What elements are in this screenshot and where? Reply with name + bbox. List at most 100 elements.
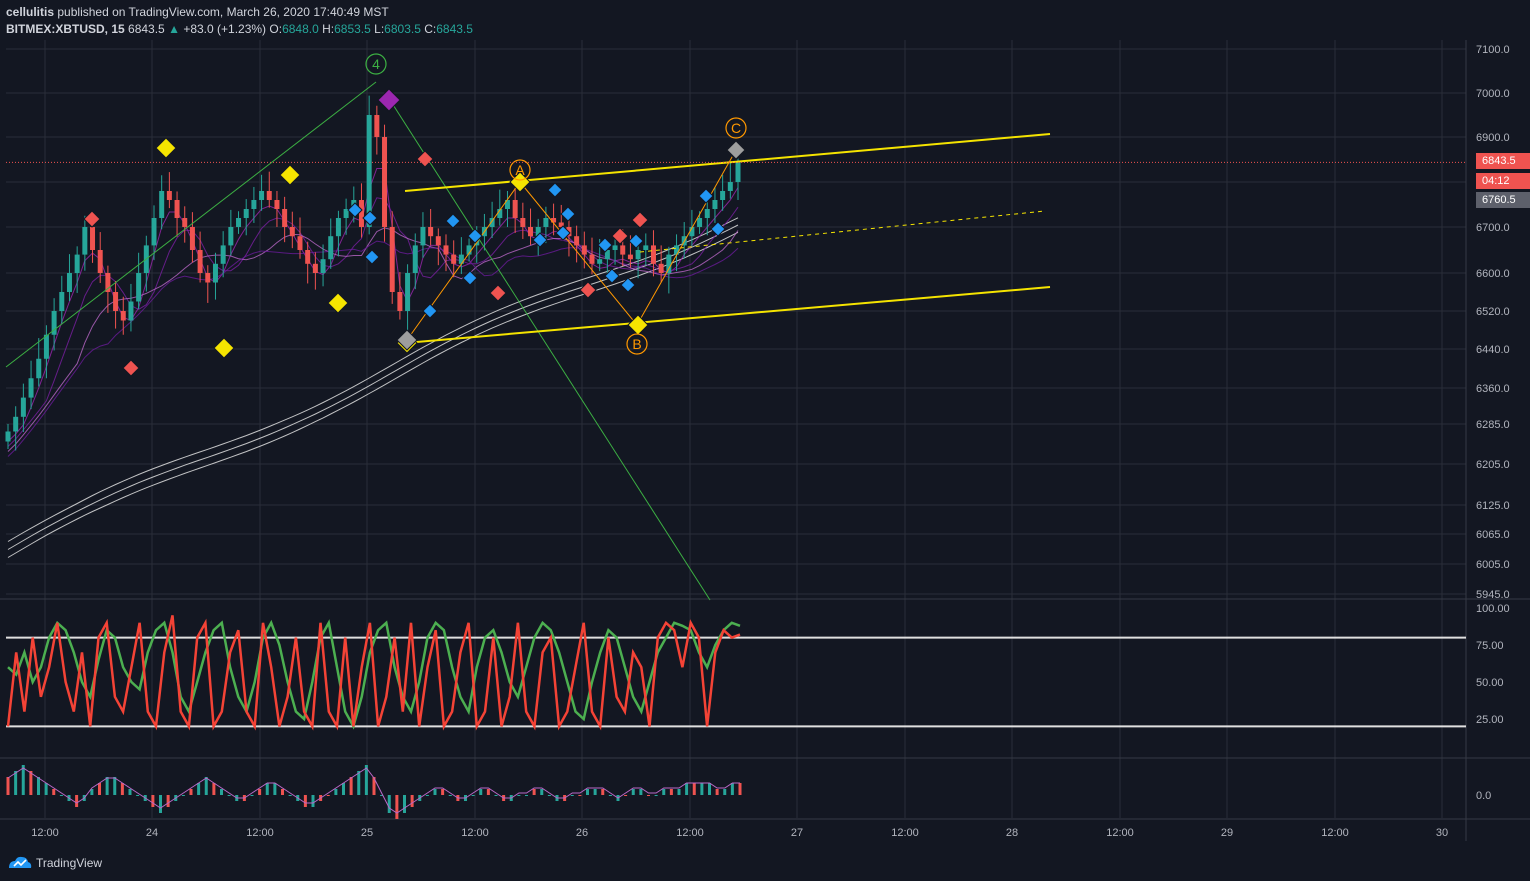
candle-body <box>735 162 741 182</box>
macd-histogram-bar <box>159 795 162 813</box>
candle-body <box>712 200 718 209</box>
macd-histogram-bar <box>21 765 25 795</box>
macd-histogram-bar <box>311 795 315 807</box>
pivot-diamond-grey <box>726 140 746 160</box>
candle-body <box>212 263 218 283</box>
last-price-tag: 6843.5 <box>1476 153 1530 169</box>
candle-body <box>166 191 172 200</box>
y-tick-label: 6005.0 <box>1476 559 1510 571</box>
macd-histogram-bar <box>37 777 40 795</box>
candle-body <box>28 378 34 398</box>
candle-body <box>374 115 380 137</box>
candle-body <box>43 334 49 359</box>
macd-histogram-bar <box>258 789 262 795</box>
macd-histogram-bar <box>631 789 635 795</box>
pivot-diamond-grey <box>396 329 418 351</box>
macd-histogram-bar <box>486 789 490 795</box>
y-tick-label: 7100.0 <box>1476 44 1510 56</box>
pivot-diamond-yellow <box>155 137 177 159</box>
candle-body <box>428 227 434 237</box>
candle-body <box>20 397 26 417</box>
candle-body <box>82 227 88 255</box>
y-tick-label: 6065.0 <box>1476 529 1510 541</box>
candle-body <box>635 250 641 260</box>
y-tick-label: 7000.0 <box>1476 88 1510 100</box>
pivot-diamond-red <box>83 210 101 228</box>
ma-ribbon-line <box>7 224 739 550</box>
candle-body <box>451 254 457 264</box>
macd-histogram-bar <box>59 795 63 796</box>
macd-histogram-bar <box>52 789 56 795</box>
chart-canvas[interactable]: 7100.07000.06900.06800.06700.06600.06520… <box>0 0 1530 850</box>
macd-histogram-bar <box>608 795 612 796</box>
pivot-diamond-yellow <box>327 292 349 314</box>
candle-body <box>66 273 72 292</box>
candle-body <box>105 273 111 292</box>
ma-ribbon-line <box>7 217 739 542</box>
macd-histogram-bar <box>647 795 650 796</box>
candle-body <box>581 245 587 255</box>
macd-histogram-bar <box>151 795 155 807</box>
candle-body <box>666 254 672 273</box>
wave-label-4-text: 4 <box>372 56 380 72</box>
candle-body <box>358 200 364 227</box>
x-tick-label: 12:00 <box>31 827 59 839</box>
stoch-tick-label: 50.00 <box>1476 677 1504 689</box>
macd-histogram-bar <box>395 795 399 819</box>
candle-body <box>282 209 288 227</box>
candle-body <box>366 115 372 227</box>
macd-histogram-bar <box>334 789 338 795</box>
macd-histogram-bar <box>6 777 10 795</box>
candle-body <box>312 263 318 273</box>
macd-histogram-bar <box>75 795 79 807</box>
macd-histogram-bar <box>128 789 132 795</box>
macd-histogram-bar <box>349 777 353 795</box>
macd-histogram-bar <box>433 789 437 795</box>
candle-body <box>420 227 426 246</box>
pivot-diamond-yellow <box>213 337 235 359</box>
macd-histogram-bar <box>715 789 719 795</box>
candle-body <box>128 301 134 321</box>
macd-histogram-bar <box>29 771 33 795</box>
candle-body <box>159 191 165 218</box>
candle-body <box>382 137 388 227</box>
candle-body <box>720 191 726 200</box>
macd-histogram-bar <box>44 783 48 795</box>
pivot-diamond-blue <box>422 303 438 319</box>
pivot-diamond-red <box>416 150 434 168</box>
x-tick-label: 12:00 <box>461 827 489 839</box>
candle-body <box>405 273 411 311</box>
macd-histogram-bar <box>288 795 292 796</box>
candle-body <box>251 200 257 209</box>
macd-histogram-bar <box>212 783 216 795</box>
candle-body <box>97 250 103 273</box>
candle-body <box>443 245 449 255</box>
macd-histogram-bar <box>708 783 711 795</box>
stoch-tick-label: 25.00 <box>1476 714 1504 726</box>
stoch-tick-label: 100.00 <box>1476 603 1510 615</box>
stoch-d-line <box>6 615 741 731</box>
macd-histogram-bar <box>250 795 254 796</box>
macd-histogram-bar <box>479 789 483 795</box>
candle-body <box>266 191 272 200</box>
candle-body <box>151 218 157 246</box>
macd-histogram-bar <box>273 783 277 795</box>
pivot-diamond-red <box>489 284 507 302</box>
x-tick-label: 25 <box>361 827 373 839</box>
macd-histogram-bar <box>654 795 658 796</box>
x-tick-label: 12:00 <box>676 827 704 839</box>
y-tick-label: 6600.0 <box>1476 268 1510 280</box>
candle-body <box>435 236 441 246</box>
candle-body <box>512 200 518 218</box>
pivot-diamond-blue <box>547 182 563 198</box>
pivot-diamond-blue <box>532 232 548 248</box>
candle-body <box>458 254 464 264</box>
footer-brand[interactable]: TradingView <box>8 853 102 873</box>
y-tick-label: 6520.0 <box>1476 306 1510 318</box>
macd-histogram-bar <box>586 789 589 795</box>
candle-body <box>289 227 295 237</box>
candle-body <box>259 191 265 200</box>
macd-histogram-bar <box>425 795 429 796</box>
candle-body <box>174 200 180 218</box>
wave-label-b-text: B <box>632 336 641 352</box>
